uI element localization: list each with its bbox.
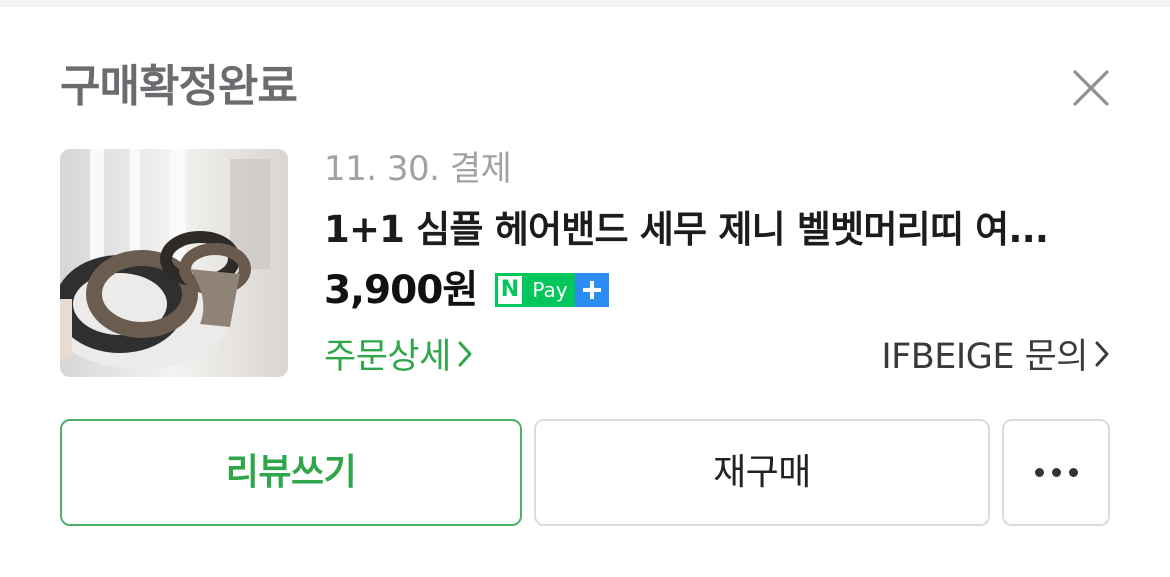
product-price: 3,900원 [324,268,478,313]
rebuy-button[interactable]: 재구매 [534,419,990,526]
product-image [60,149,288,377]
npay-plus-icon [575,273,609,307]
order-detail-link[interactable]: 주문상세 [324,333,473,381]
product-thumbnail[interactable] [60,149,288,377]
chevron-right-icon [457,333,473,381]
product-name[interactable]: 1+1 심플 헤어밴드 세무 제니 벨벳머리띠 여... [324,205,1094,255]
close-button[interactable] [1068,65,1114,111]
more-options-button[interactable] [1002,419,1110,526]
chevron-right-icon [1094,333,1110,381]
more-icon [1004,421,1108,524]
close-icon [1073,70,1109,106]
purchase-confirmed-card: 구매확정완료 11. 30. 결제 1+1 심플 헤어밴드 세무 제니 벨벳머리… [0,7,1170,577]
seller-inquiry-label: IFBEIGE 문의 [881,337,1088,377]
write-review-button[interactable]: 리뷰쓰기 [60,419,522,526]
seller-inquiry-link[interactable]: IFBEIGE 문의 [881,333,1110,381]
payment-date: 11. 30. 결제 [324,149,512,189]
page-title: 구매확정완료 [60,61,298,112]
order-detail-label: 주문상세 [324,337,451,377]
npay-n-mark: N [495,273,525,307]
npay-pay-label: Pay [525,273,575,307]
npay-badge: N Pay [495,273,609,307]
